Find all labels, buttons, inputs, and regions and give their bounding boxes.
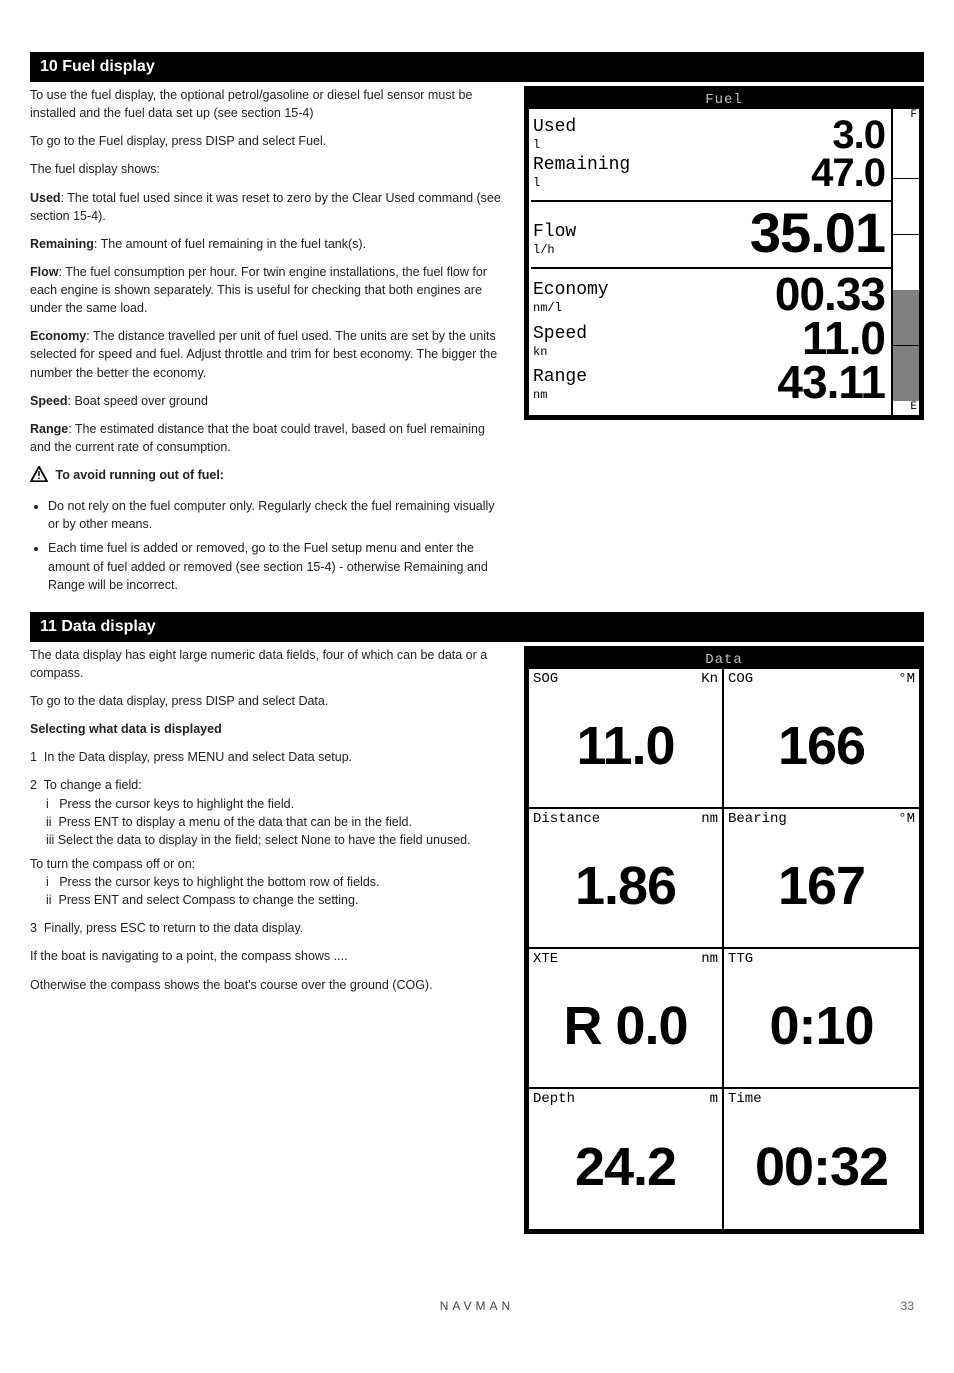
data-value-ttg: 0:10 xyxy=(728,967,915,1085)
data-cell-distance: Distancenm 1.86 xyxy=(529,809,724,949)
data-sel-2: 2 To change a field: i Press the cursor … xyxy=(30,776,504,909)
fuel-value-range: 43.11 xyxy=(777,361,887,405)
fuel-screen-title: Fuel xyxy=(529,91,919,109)
data-compass-2: Otherwise the compass shows the boat's c… xyxy=(30,976,504,994)
section-header-data: 11 Data display xyxy=(30,612,924,642)
data-sel-3: 3 Finally, press ESC to return to the da… xyxy=(30,919,504,937)
fuel-value-used: 3.0 xyxy=(832,116,887,154)
fuel-desc-economy: Economy: The distance travelled per unit… xyxy=(30,327,504,381)
data-sel-1: 1 In the Data display, press MENU and se… xyxy=(30,748,504,766)
data-value-bearing: 167 xyxy=(728,827,915,945)
data-screen-title: Data xyxy=(529,651,919,669)
fuel-warn-2: Each time fuel is added or removed, go t… xyxy=(48,539,504,593)
data-cell-time: Time 00:32 xyxy=(724,1089,919,1229)
fuel-row-remaining: Remainingl 47.0 xyxy=(533,154,887,192)
page-number: 33 xyxy=(901,1299,914,1313)
data-value-cog: 166 xyxy=(728,687,915,805)
fuel-shows: The fuel display shows: xyxy=(30,160,504,178)
fuel-gauge-full-label: F xyxy=(893,109,919,123)
data-cell-cog: COG°M 166 xyxy=(724,669,919,809)
fuel-gauge-empty-label: E xyxy=(893,401,919,415)
data-value-depth: 24.2 xyxy=(533,1107,718,1227)
data-value-distance: 1.86 xyxy=(533,827,718,945)
fuel-desc-used: Used: The total fuel used since it was r… xyxy=(30,189,504,225)
data-cell-ttg: TTG 0:10 xyxy=(724,949,919,1089)
fuel-desc-range: Range: The estimated distance that the b… xyxy=(30,420,504,456)
fuel-row-flow: Flowl/h 35.01 xyxy=(533,206,887,259)
fuel-desc-speed: Speed: Boat speed over ground xyxy=(30,392,504,410)
fuel-warn-1: Do not rely on the fuel computer only. R… xyxy=(48,497,504,533)
data-cell-sog: SOGKn 11.0 xyxy=(529,669,724,809)
fuel-value-flow: 35.01 xyxy=(750,206,887,259)
fuel-value-remaining: 47.0 xyxy=(811,154,887,192)
fuel-desc-flow: Flow: The fuel consumption per hour. For… xyxy=(30,263,504,317)
fuel-intro: To use the fuel display, the optional pe… xyxy=(30,86,504,122)
data-compass-1: If the boat is navigating to a point, th… xyxy=(30,947,504,965)
data-text-column: The data display has eight large numeric… xyxy=(30,646,504,1004)
fuel-gauge: F E xyxy=(891,109,919,415)
fuel-value-economy: 00.33 xyxy=(775,273,887,317)
fuel-row-used: Usedl 3.0 xyxy=(533,116,887,154)
fuel-row-range: Rangenm 43.11 xyxy=(533,361,887,405)
fuel-display-screen: Fuel Usedl 3.0 Remainingl 47.0 xyxy=(524,86,924,420)
fuel-row-speed: Speedkn 11.0 xyxy=(533,317,887,361)
data-value-sog: 11.0 xyxy=(533,687,718,805)
data-to-go: To go to the data display, press DISP an… xyxy=(30,692,504,710)
data-value-xte: R 0.0 xyxy=(533,967,718,1085)
fuel-warning-head: To avoid running out of fuel: xyxy=(30,466,504,487)
fuel-text-column: To use the fuel display, the optional pe… xyxy=(30,86,504,600)
fuel-row-economy: Economynm/l 00.33 xyxy=(533,273,887,317)
fuel-value-speed: 11.0 xyxy=(802,317,887,361)
data-sel-head: Selecting what data is displayed xyxy=(30,722,222,736)
fuel-desc-remaining: Remaining: The amount of fuel remaining … xyxy=(30,235,504,253)
fuel-to-go: To go to the Fuel display, press DISP an… xyxy=(30,132,504,150)
data-value-time: 00:32 xyxy=(728,1107,915,1227)
data-cell-depth: Depthm 24.2 xyxy=(529,1089,724,1229)
data-cell-bearing: Bearing°M 167 xyxy=(724,809,919,949)
data-cell-xte: XTEnm R 0.0 xyxy=(529,949,724,1089)
data-display-screen: Data SOGKn 11.0 COG°M 166 Distancenm 1.8… xyxy=(524,646,924,1234)
footer-brand: NAVMAN xyxy=(0,1299,954,1313)
warning-icon xyxy=(30,466,48,487)
section-header-fuel: 10 Fuel display xyxy=(30,52,924,82)
data-intro: The data display has eight large numeric… xyxy=(30,646,504,682)
